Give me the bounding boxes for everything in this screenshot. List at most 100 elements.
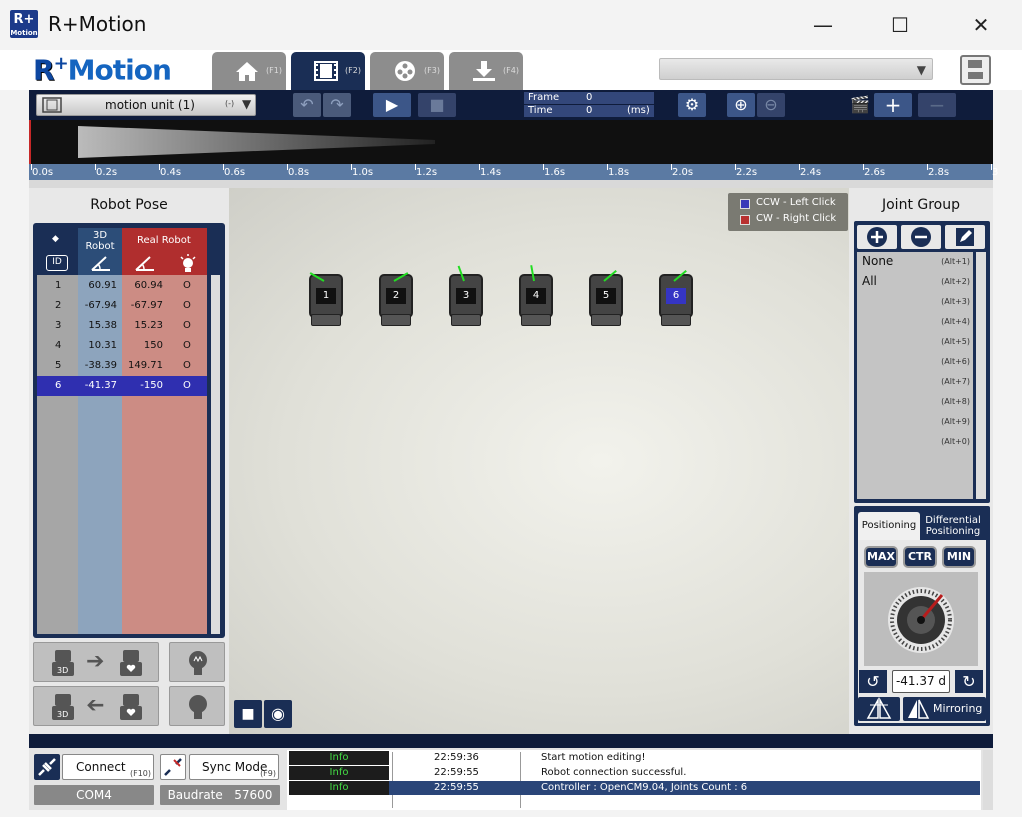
sync-robot-to-3d-button[interactable]: 3D ➔ [33, 686, 159, 726]
led-off-button[interactable] [169, 686, 225, 726]
servo-2[interactable]: 2 [377, 270, 415, 328]
pose-row[interactable]: 3 15.38 15.23 O [37, 316, 207, 336]
add-group-button[interactable] [857, 225, 897, 249]
ruler-label: 0.4s [160, 167, 182, 178]
sync-3d-to-robot-button[interactable]: 3D ➔ [33, 642, 159, 682]
baudrate-label: Baudrate 57600 [160, 785, 280, 805]
play-button[interactable]: ▶ [373, 93, 411, 117]
plug-icon[interactable] [34, 754, 60, 780]
led-state: O [183, 380, 191, 391]
pose-row[interactable]: 6 -41.37 -150 O [37, 376, 207, 396]
rotate-cw-icon[interactable]: ↻ [955, 670, 983, 693]
edit-group-button[interactable] [945, 225, 985, 249]
clapper-icon[interactable]: 🎬 [846, 93, 874, 117]
pose-row[interactable]: 4 10.31 150 O [37, 336, 207, 356]
pose-row[interactable]: 1 60.91 60.94 O [37, 276, 207, 296]
motion-unit-select[interactable]: motion unit (1) (-) ▼ [36, 94, 256, 116]
gear-icon[interactable]: ⚙ [678, 93, 706, 117]
3d-robot-column-header: 3D Robot [78, 228, 122, 275]
zoom-out-icon[interactable]: ⊖ [757, 93, 785, 117]
3d-angle: 10.31 [88, 340, 117, 351]
redo-button[interactable]: ↷ [323, 93, 351, 117]
servo-6[interactable]: 6 [657, 269, 695, 328]
close-button[interactable]: ✕ [958, 8, 1004, 42]
log-time: 22:59:55 [434, 782, 479, 793]
mirror-icon-button[interactable] [858, 697, 900, 721]
sync-mode-button[interactable]: Sync Mode (F9) [189, 754, 279, 780]
motion-ramp [78, 126, 435, 158]
real-angle: -150 [140, 380, 163, 391]
connect-button[interactable]: Connect (F10) [62, 754, 154, 780]
real-angle: 149.71 [128, 360, 163, 371]
joint-group-item[interactable]: (Alt+5) [862, 334, 970, 354]
joint-group-item[interactable]: (Alt+4) [862, 314, 970, 334]
camera-icon[interactable]: ■ [234, 700, 262, 728]
servo-3[interactable]: 3 [447, 265, 485, 328]
ruler-label: 1.0s [352, 167, 374, 178]
joint-group-item[interactable]: (Alt+6) [862, 354, 970, 374]
joint-group-item[interactable]: (Alt+8) [862, 394, 970, 414]
undo-button[interactable]: ↶ [293, 93, 321, 117]
pose-row[interactable]: 5 -38.39 149.71 O [37, 356, 207, 376]
id-column-header[interactable]: ◆ ID [37, 228, 78, 275]
mirroring-button[interactable]: Mirroring [903, 697, 986, 721]
remove-group-button[interactable] [901, 225, 941, 249]
joint-group-scrollbar[interactable] [976, 252, 986, 499]
add-frame-button[interactable]: + [874, 93, 912, 117]
stop-button[interactable]: ■ [418, 93, 456, 117]
joint-group-item[interactable]: (Alt+0) [862, 434, 970, 454]
maximize-button[interactable]: ☐ [877, 8, 923, 42]
led-state: O [183, 320, 191, 331]
view-reset-icon[interactable]: ◉ [264, 700, 292, 728]
ruler-label: 1.8s [608, 167, 630, 178]
log-scrollbar[interactable] [983, 750, 993, 810]
svg-text:3D: 3D [57, 710, 68, 719]
port-label: COM4 [34, 785, 154, 805]
tab-motion[interactable]: (F2) [291, 52, 365, 90]
pose-row[interactable]: 2 -67.94 -67.97 O [37, 296, 207, 316]
brand-logo: R+Motion [33, 53, 172, 87]
rotate-ccw-icon[interactable]: ↺ [859, 670, 887, 693]
project-select[interactable]: ▼ [659, 58, 933, 80]
joint-id: 5 [55, 360, 62, 371]
angle-input[interactable]: -41.37 d [892, 670, 950, 693]
joint-group-item[interactable]: None (Alt+1) [862, 254, 970, 274]
ruler-label: 2.6s [864, 167, 886, 178]
ruler-label: 2.2s [736, 167, 758, 178]
servo-1[interactable]: 1 [307, 270, 345, 328]
minimize-button[interactable]: — [800, 8, 846, 42]
ruler-label: 2.8s [928, 167, 950, 178]
angle-dial[interactable] [886, 585, 956, 658]
playhead[interactable] [29, 120, 31, 164]
joint-group-item[interactable]: (Alt+9) [862, 414, 970, 434]
save-icon[interactable] [960, 55, 991, 85]
tab-download[interactable]: (F4) [449, 52, 523, 90]
joint-group-item[interactable]: (Alt+3) [862, 294, 970, 314]
center-button[interactable]: CTR [903, 546, 937, 568]
joint-group-item[interactable]: (Alt+7) [862, 374, 970, 394]
3d-angle: -41.37 [84, 380, 117, 391]
tab-playback[interactable]: (F3) [370, 52, 444, 90]
servo-4[interactable]: 4 [517, 265, 555, 328]
tab-home[interactable]: (F1) [212, 52, 286, 90]
joint-group-item[interactable]: All (Alt+2) [862, 274, 970, 294]
min-button[interactable]: MIN [942, 546, 976, 568]
tab-differential-positioning[interactable]: Differential Positioning [922, 512, 984, 540]
ruler-label: 0.0s [32, 167, 54, 178]
log-row[interactable]: Info 22:59:55 Controller : OpenCM9.04, Joi… [289, 781, 980, 795]
zoom-in-icon[interactable]: ⊕ [727, 93, 755, 117]
log-row[interactable]: Info 22:59:36 Start motion editing! [289, 751, 980, 765]
joint-group-shortcut: (Alt+0) [941, 437, 970, 446]
pose-scrollbar[interactable] [211, 275, 220, 634]
log-row[interactable]: Info 22:59:55 Robot connection successful. [289, 766, 980, 780]
max-button[interactable]: MAX [864, 546, 898, 568]
led-on-button[interactable] [169, 642, 225, 682]
sync-icon[interactable] [160, 754, 186, 780]
robot-real-icon [116, 648, 146, 681]
tab-positioning[interactable]: Positioning [858, 512, 920, 540]
servo-id-label: 3 [456, 288, 476, 304]
servo-5[interactable]: 5 [587, 269, 625, 328]
timeline-scrollbar[interactable] [29, 180, 993, 188]
remove-frame-button[interactable]: − [918, 93, 956, 117]
svg-text:3D: 3D [57, 666, 68, 675]
